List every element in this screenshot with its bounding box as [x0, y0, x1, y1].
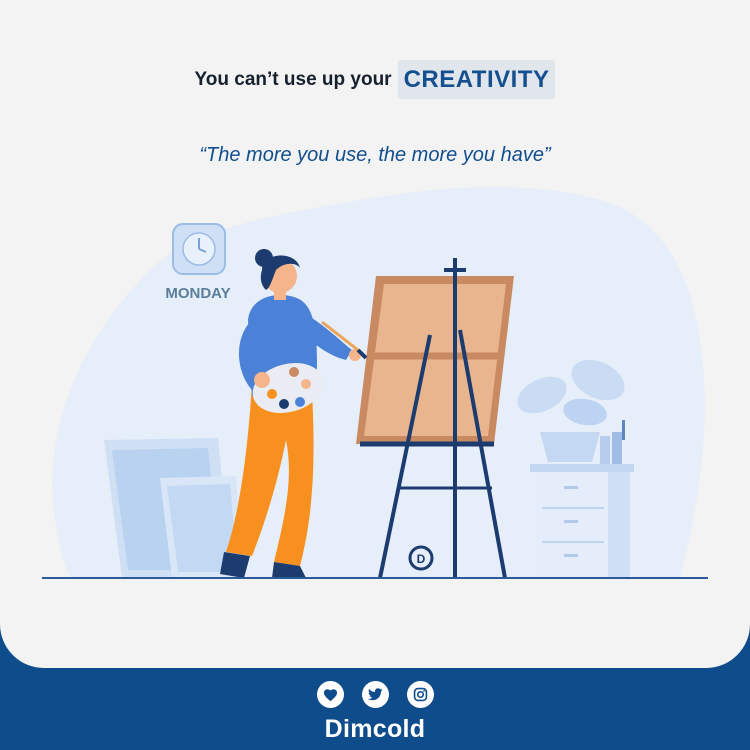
footer: Dimcold [0, 668, 750, 750]
illustration: MONDAY D [42, 186, 708, 579]
social-links [0, 681, 750, 708]
post-card: MONDAY D You can’t use up your CREATIVIT… [0, 0, 750, 668]
instagram-icon[interactable] [406, 681, 434, 708]
svg-text:D: D [417, 552, 426, 566]
headline: You can’t use up your CREATIVITY [0, 60, 750, 99]
clock-day-label: MONDAY [165, 285, 230, 302]
heart-icon[interactable] [316, 681, 344, 708]
quote: “The more you use, the more you have” [199, 144, 551, 166]
clock-icon [172, 223, 226, 275]
brand-name: Dimcold [324, 715, 426, 743]
headline-accent: CREATIVITY [397, 60, 556, 99]
headline-lead: You can’t use up your [194, 68, 392, 90]
side-table [530, 464, 634, 578]
twitter-icon[interactable] [361, 681, 389, 708]
